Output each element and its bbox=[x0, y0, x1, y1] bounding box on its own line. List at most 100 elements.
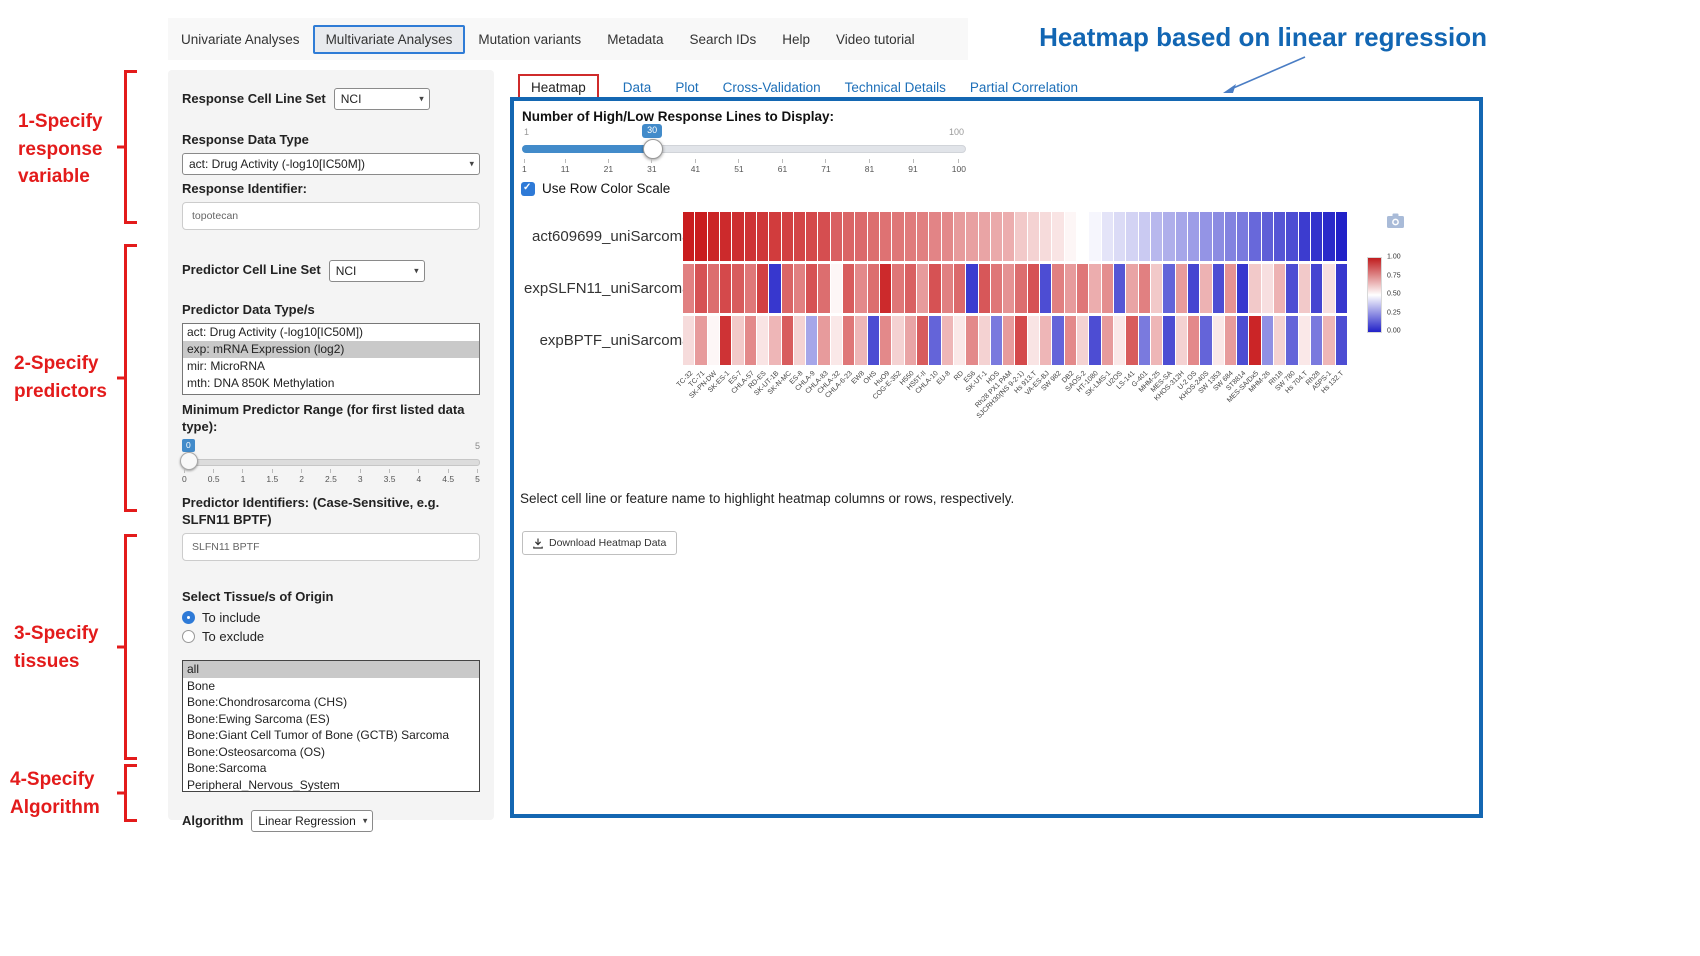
heatmap-cell[interactable] bbox=[708, 316, 719, 365]
heatmap-cell[interactable] bbox=[1311, 316, 1322, 365]
heatmap-cell[interactable] bbox=[1311, 264, 1322, 313]
heatmap-cell[interactable] bbox=[1015, 316, 1026, 365]
heatmap-cell[interactable] bbox=[892, 316, 903, 365]
heatmap-cell[interactable] bbox=[1262, 212, 1273, 261]
heatmap-cell[interactable] bbox=[1028, 316, 1039, 365]
heatmap-cell[interactable] bbox=[806, 212, 817, 261]
response-identifier-input[interactable]: topotecan bbox=[182, 202, 480, 230]
heatmap-column-label[interactable]: EU-8 bbox=[936, 370, 952, 386]
heatmap-cell[interactable] bbox=[954, 316, 965, 365]
heatmap-cell[interactable] bbox=[1015, 212, 1026, 261]
tissue-option[interactable]: Bone bbox=[183, 678, 479, 695]
heatmap-cell[interactable] bbox=[1139, 316, 1150, 365]
heatmap-cell[interactable] bbox=[732, 316, 743, 365]
heatmap-grid[interactable] bbox=[683, 212, 1347, 365]
heatmap-cell[interactable] bbox=[1089, 264, 1100, 313]
row-color-scale-checkbox-row[interactable]: Use Row Color Scale bbox=[521, 181, 670, 196]
heatmap-cell[interactable] bbox=[1336, 264, 1347, 313]
checkbox-checked-icon[interactable] bbox=[521, 182, 535, 196]
heatmap-cell[interactable] bbox=[1089, 316, 1100, 365]
heatmap-cell[interactable] bbox=[1176, 212, 1187, 261]
heatmap-cell[interactable] bbox=[868, 264, 879, 313]
heatmap-cell[interactable] bbox=[929, 316, 940, 365]
min-predictor-range-slider[interactable]: 0 5 00.511.522.533.544.55 bbox=[182, 439, 480, 485]
heatmap-cell[interactable] bbox=[818, 316, 829, 365]
heatmap-cell[interactable] bbox=[954, 212, 965, 261]
heatmap-cell[interactable] bbox=[1323, 316, 1334, 365]
heatmap-cell[interactable] bbox=[966, 264, 977, 313]
heatmap-cell[interactable] bbox=[1176, 264, 1187, 313]
camera-icon[interactable] bbox=[1386, 213, 1405, 229]
heatmap-cell[interactable] bbox=[1188, 264, 1199, 313]
heatmap-cell[interactable] bbox=[1040, 316, 1051, 365]
heatmap-cell[interactable] bbox=[979, 316, 990, 365]
heatmap-cell[interactable] bbox=[1225, 264, 1236, 313]
heatmap-cell[interactable] bbox=[1151, 264, 1162, 313]
tissue-option[interactable]: Bone:Giant Cell Tumor of Bone (GCTB) Sar… bbox=[183, 727, 479, 744]
heatmap-cell[interactable] bbox=[1299, 212, 1310, 261]
heatmap-cell[interactable] bbox=[1151, 212, 1162, 261]
tissue-option[interactable]: Bone:Sarcoma bbox=[183, 760, 479, 777]
tissue-include-radio[interactable]: To include bbox=[182, 610, 480, 625]
heatmap-cell[interactable] bbox=[1114, 264, 1125, 313]
heatmap-cell[interactable] bbox=[1237, 212, 1248, 261]
heatmap-cell[interactable] bbox=[905, 316, 916, 365]
heatmap-cell[interactable] bbox=[831, 264, 842, 313]
tab-technical-details[interactable]: Technical Details bbox=[845, 80, 946, 95]
heatmap-cell[interactable] bbox=[831, 316, 842, 365]
heatmap-cell[interactable] bbox=[818, 264, 829, 313]
heatmap-cell[interactable] bbox=[1139, 212, 1150, 261]
heatmap-cell[interactable] bbox=[868, 212, 879, 261]
heatmap-cell[interactable] bbox=[782, 212, 793, 261]
heatmap-cell[interactable] bbox=[794, 212, 805, 261]
nav-help[interactable]: Help bbox=[769, 25, 823, 54]
heatmap-cell[interactable] bbox=[880, 264, 891, 313]
heatmap-column-label[interactable]: RD bbox=[953, 370, 965, 382]
heatmap-cell[interactable] bbox=[1065, 316, 1076, 365]
lines-slider[interactable]: 1 100 30 1112131415161718191100 bbox=[522, 125, 966, 187]
heatmap-cell[interactable] bbox=[745, 316, 756, 365]
predictor-data-type-option[interactable]: exp: mRNA Expression (log2) bbox=[183, 341, 479, 358]
heatmap-cell[interactable] bbox=[917, 264, 928, 313]
heatmap-cell[interactable] bbox=[1102, 316, 1113, 365]
heatmap-cell[interactable] bbox=[1200, 212, 1211, 261]
heatmap-cell[interactable] bbox=[1102, 212, 1113, 261]
heatmap-cell[interactable] bbox=[1139, 264, 1150, 313]
heatmap-cell[interactable] bbox=[892, 212, 903, 261]
heatmap-cell[interactable] bbox=[929, 264, 940, 313]
heatmap-cell[interactable] bbox=[695, 212, 706, 261]
heatmap-cell[interactable] bbox=[732, 212, 743, 261]
slider-handle[interactable] bbox=[643, 139, 663, 159]
heatmap-cell[interactable] bbox=[720, 316, 731, 365]
heatmap-cell[interactable] bbox=[794, 264, 805, 313]
heatmap-cell[interactable] bbox=[1336, 316, 1347, 365]
heatmap-cell[interactable] bbox=[1089, 212, 1100, 261]
heatmap-cell[interactable] bbox=[1077, 212, 1088, 261]
heatmap-cell[interactable] bbox=[843, 316, 854, 365]
heatmap-cell[interactable] bbox=[1213, 212, 1224, 261]
heatmap-cell[interactable] bbox=[1151, 316, 1162, 365]
heatmap-cell[interactable] bbox=[954, 264, 965, 313]
heatmap-cell[interactable] bbox=[782, 264, 793, 313]
heatmap-cell[interactable] bbox=[1188, 316, 1199, 365]
heatmap-cell[interactable] bbox=[708, 212, 719, 261]
heatmap-cell[interactable] bbox=[1225, 316, 1236, 365]
predictor-cell-line-set-select[interactable]: NCI bbox=[329, 260, 425, 282]
heatmap-cell[interactable] bbox=[757, 316, 768, 365]
predictor-data-types-listbox[interactable]: act: Drug Activity (-log10[IC50M])exp: m… bbox=[182, 323, 480, 395]
nav-multivariate-analyses[interactable]: Multivariate Analyses bbox=[313, 25, 466, 54]
download-heatmap-data-button[interactable]: Download Heatmap Data bbox=[522, 531, 677, 555]
heatmap-cell[interactable] bbox=[769, 212, 780, 261]
tissue-option[interactable]: Bone:Osteosarcoma (OS) bbox=[183, 744, 479, 761]
heatmap-cell[interactable] bbox=[1213, 316, 1224, 365]
heatmap-row-label[interactable]: expSLFN11_uniSarcoma bbox=[524, 264, 694, 313]
heatmap-cell[interactable] bbox=[683, 316, 694, 365]
heatmap-cell[interactable] bbox=[708, 264, 719, 313]
heatmap-cell[interactable] bbox=[1286, 264, 1297, 313]
predictor-data-type-option[interactable]: mir: MicroRNA bbox=[183, 358, 479, 375]
heatmap-cell[interactable] bbox=[1336, 212, 1347, 261]
predictor-identifiers-input[interactable]: SLFN11 BPTF bbox=[182, 533, 480, 561]
heatmap-cell[interactable] bbox=[991, 316, 1002, 365]
tab-cross-validation[interactable]: Cross-Validation bbox=[723, 80, 821, 95]
heatmap-cell[interactable] bbox=[1274, 264, 1285, 313]
